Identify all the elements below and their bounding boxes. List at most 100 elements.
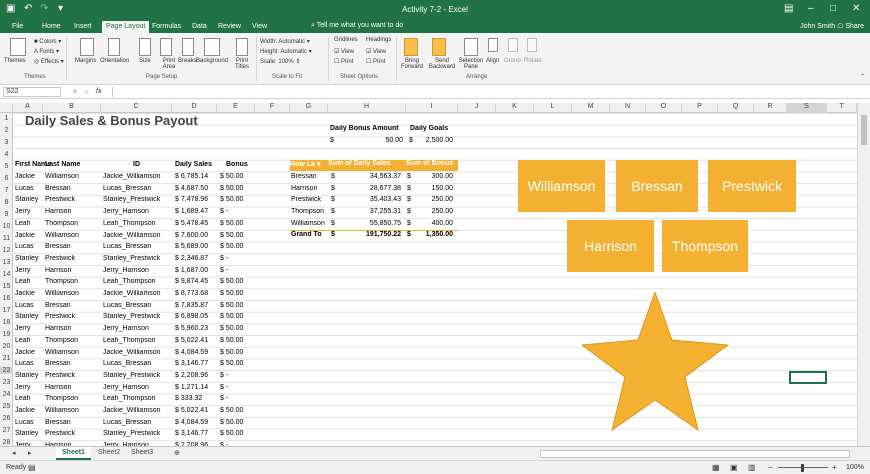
breaks-icon[interactable] xyxy=(182,38,194,56)
header-last-name[interactable]: Last Name xyxy=(45,161,80,168)
data-cell[interactable]: $ 333.32 xyxy=(175,395,219,402)
width-control[interactable]: Width: Automatic ▾ xyxy=(260,38,310,45)
data-cell[interactable]: Jerry_Harrison xyxy=(103,267,172,274)
tab-sheet1[interactable]: Sheet1 xyxy=(56,447,91,460)
data-cell[interactable]: Lucas xyxy=(15,360,43,367)
col-header-p[interactable]: P xyxy=(682,103,718,113)
data-cell[interactable]: Jerry xyxy=(15,384,43,391)
macro-record-icon[interactable]: ▤ xyxy=(28,463,36,472)
group-icon[interactable] xyxy=(508,38,518,52)
rotate-icon[interactable] xyxy=(527,38,537,52)
header-daily-sales[interactable]: Daily Sales xyxy=(175,161,212,168)
data-cell[interactable]: $ 7,478.96 xyxy=(175,196,219,203)
data-cell[interactable]: $ 8,773.68 xyxy=(175,290,219,297)
data-cell[interactable]: Stanley_Prestwick xyxy=(103,430,172,437)
align-icon[interactable] xyxy=(488,38,498,52)
shape-prestwick[interactable]: Prestwick xyxy=(708,160,796,212)
data-cell[interactable]: Stanley_Prestwick xyxy=(103,372,172,379)
pivot-total-bonus[interactable]: 1,350.00 xyxy=(413,231,453,238)
data-cell[interactable]: $ 50.00 xyxy=(220,278,254,285)
row-header[interactable]: 27 xyxy=(0,427,13,434)
shape-williamson[interactable]: Williamson xyxy=(518,160,605,212)
colors-button[interactable]: ■ Colors ▾ xyxy=(34,38,61,45)
col-header-g[interactable]: G xyxy=(290,103,328,113)
data-cell[interactable]: $ 50.00 xyxy=(220,302,254,309)
sheet-title[interactable]: Daily Sales & Bonus Payout xyxy=(25,113,198,128)
effects-button[interactable]: ◎ Effects ▾ xyxy=(34,58,64,65)
data-cell[interactable]: $ 6,898.05 xyxy=(175,313,219,320)
data-cell[interactable]: $ 50.00 xyxy=(220,313,254,320)
data-cell[interactable]: Prestwick xyxy=(45,430,101,437)
gridlines-print-checkbox[interactable]: ☐ Print xyxy=(334,58,353,65)
data-cell[interactable]: Jerry_Harrison xyxy=(103,384,172,391)
pivot-cell[interactable]: Thompson xyxy=(291,208,327,215)
shape-harrison[interactable]: Harrison xyxy=(567,220,654,272)
gridlines-view-checkbox[interactable]: ☑ View xyxy=(334,48,354,55)
group-button[interactable]: Group xyxy=(504,58,521,64)
data-cell[interactable]: Lucas xyxy=(15,185,43,192)
star-shape[interactable] xyxy=(580,292,730,432)
data-cell[interactable]: $ 3,146.77 xyxy=(175,430,219,437)
data-cell[interactable]: Lucas_Bressan xyxy=(103,185,172,192)
zoom-in-icon[interactable]: + xyxy=(832,463,837,472)
col-header-t[interactable]: T xyxy=(827,103,857,113)
data-cell[interactable]: Bressan xyxy=(45,243,101,250)
scroll-thumb[interactable] xyxy=(861,115,867,145)
data-cell[interactable]: Jerry xyxy=(15,208,43,215)
data-cell[interactable]: Leah xyxy=(15,395,43,402)
col-header-k[interactable]: K xyxy=(496,103,534,113)
data-cell[interactable]: $ 7,600.00 xyxy=(175,232,219,239)
align-button[interactable]: Align xyxy=(486,58,499,64)
data-cell[interactable]: $ 1,271.14 xyxy=(175,384,219,391)
data-cell[interactable]: $ - xyxy=(220,208,254,215)
zoom-slider-thumb[interactable] xyxy=(801,464,804,472)
data-cell[interactable]: $ 2,346.87 xyxy=(175,255,219,262)
breaks-button[interactable]: Breaks xyxy=(178,58,197,64)
new-sheet-icon[interactable]: ⊕ xyxy=(168,447,186,460)
data-cell[interactable]: Bressan xyxy=(45,419,101,426)
print-area-button[interactable]: Print Area xyxy=(158,58,180,70)
data-cell[interactable]: Leah xyxy=(15,337,43,344)
data-cell[interactable]: Leah_Thompson xyxy=(103,278,172,285)
col-header-l[interactable]: L xyxy=(534,103,572,113)
row-header[interactable]: 2 xyxy=(0,127,13,134)
data-cell[interactable]: $ 50.00 xyxy=(220,173,254,180)
send-backward-button[interactable]: Send Backward xyxy=(428,58,456,70)
goals-currency[interactable]: $ xyxy=(409,137,413,144)
data-cell[interactable]: $ 50.00 xyxy=(220,419,254,426)
daily-goals-header[interactable]: Daily Goals xyxy=(410,125,448,132)
data-cell[interactable]: $ 50.00 xyxy=(220,407,254,414)
zoom-level[interactable]: 100% xyxy=(846,464,864,471)
pivot-total-label[interactable]: Grand To xyxy=(291,231,322,238)
horizontal-scrollbar[interactable] xyxy=(540,450,850,458)
pivot-cell[interactable]: Bressan xyxy=(291,173,327,180)
fonts-button[interactable]: A Fonts ▾ xyxy=(34,48,59,55)
pivot-cell[interactable]: 250.00 xyxy=(413,208,453,215)
selected-cell[interactable] xyxy=(789,371,827,384)
data-cell[interactable]: Bressan xyxy=(45,360,101,367)
height-control[interactable]: Height: Automatic ▾ xyxy=(260,48,312,55)
selection-pane-button[interactable]: Selection Pane xyxy=(458,58,484,70)
data-cell[interactable]: Stanley_Prestwick xyxy=(103,255,172,262)
prev-sheet-icon[interactable]: ◂ xyxy=(6,447,22,460)
row-header[interactable]: 18 xyxy=(0,319,13,326)
row-header[interactable]: 6 xyxy=(0,175,13,182)
data-cell[interactable]: Williamson xyxy=(45,407,101,414)
row-header[interactable]: 1 xyxy=(0,115,13,122)
data-cell[interactable]: Stanley_Prestwick xyxy=(103,313,172,320)
orientation-icon[interactable] xyxy=(108,38,120,56)
data-cell[interactable]: Jackie_Williamson xyxy=(103,407,172,414)
data-cell[interactable]: Leah xyxy=(15,220,43,227)
share-button[interactable]: Share xyxy=(845,23,864,30)
zoom-out-icon[interactable]: − xyxy=(768,463,773,472)
pivot-cell[interactable]: Prestwick xyxy=(291,196,327,203)
enter-icon[interactable]: ✓ xyxy=(84,88,90,96)
ribbon-display-icon[interactable]: ▤ xyxy=(784,3,793,14)
data-cell[interactable]: Jackie xyxy=(15,407,43,414)
data-cell[interactable]: $ 5,022.41 xyxy=(175,337,219,344)
next-sheet-icon[interactable]: ▸ xyxy=(22,447,38,460)
data-cell[interactable]: $ 6,785.14 xyxy=(175,173,219,180)
size-button[interactable]: Size xyxy=(139,58,151,64)
data-cell[interactable]: Harrison xyxy=(45,208,101,215)
data-cell[interactable]: Williamson xyxy=(45,232,101,239)
